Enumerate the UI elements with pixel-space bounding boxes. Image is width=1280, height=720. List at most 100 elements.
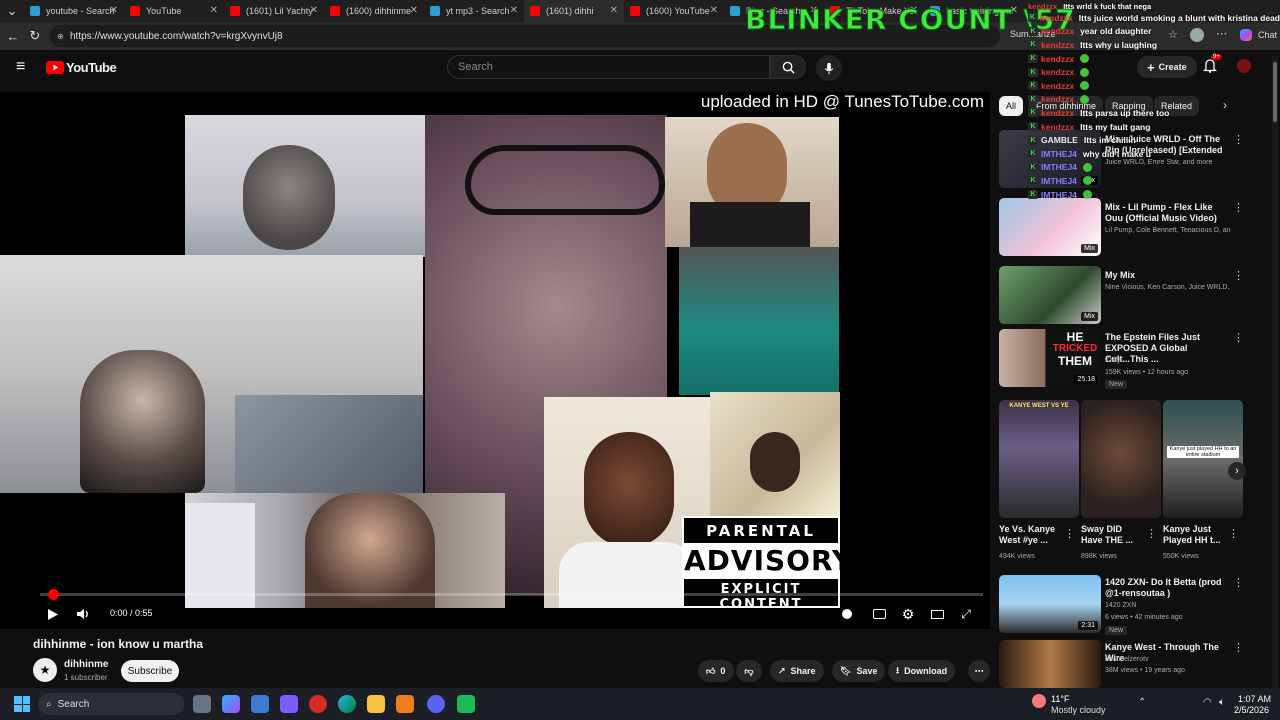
short-thumbnail-0[interactable]: KANYE WEST VS YE [999,400,1079,518]
save-button[interactable]: 🔖︎ Save [832,660,886,682]
more-actions-button[interactable]: ⋯ [968,660,990,682]
search-button[interactable] [770,55,806,79]
app-icon-green[interactable] [457,695,475,713]
voice-search-button[interactable] [816,55,842,81]
share-icon: ↗ [778,665,786,676]
store-icon[interactable] [251,695,269,713]
browser-tab[interactable]: (1600) YouTube ✕ [624,0,724,22]
rec-title-4[interactable]: 1420 ZXN- Do It Betta (prod @1-rensoutaa… [1105,577,1231,599]
chat-message: Itts im chillin [1083,135,1136,146]
chat-line: Kkendzzx Itts juice world smoking a blunt… [1028,11,1280,25]
file-explorer-icon[interactable] [367,695,385,713]
share-button[interactable]: ↗ Share [770,660,824,682]
shorts-next-button[interactable]: › [1228,462,1246,480]
short-menu-icon-2[interactable]: ⋮ [1228,527,1239,540]
browser-tab[interactable]: YouTube ✕ [124,0,224,22]
chevron-right-icon: › [1235,465,1239,477]
wifi-icon[interactable]: ◠ [1203,697,1212,708]
rec-thumbnail-3[interactable]: HE TRICKED THEM 25:18 [999,329,1101,387]
short-views-1: 898K views [1081,553,1117,560]
edge-icon[interactable] [338,695,356,713]
short-thumbnail-1[interactable] [1081,400,1161,518]
short-title-1[interactable]: Sway DID Have THE ... [1081,524,1143,546]
rec-menu-icon-1[interactable]: ⋮ [1233,201,1244,214]
browser-tab[interactable]: yt mp3 - Search ✕ [424,0,524,22]
chat-line: Kkendzzx year old daughter [1028,25,1280,39]
chat-message: Itts parsa up there too [1080,107,1170,118]
close-tab-icon[interactable]: ✕ [310,5,318,16]
download-button[interactable]: ⭳ Download [888,660,956,682]
clock-time[interactable]: 1:07 AM [1238,694,1271,704]
task-view-icon[interactable] [193,695,211,713]
captions-button[interactable] [868,603,890,625]
close-tab-icon[interactable]: ✕ [610,5,618,16]
video-title: dihhinme - ion know u martha [33,637,204,651]
chat-user: kendzzx [1041,67,1075,78]
progress-bar[interactable] [40,589,983,600]
app-icon-purple[interactable] [280,695,298,713]
chip-all[interactable]: All [999,96,1024,116]
weather-desc[interactable]: Mostly cloudy [1051,705,1106,715]
chat-user: kendzzx [1041,80,1075,91]
rec-menu-icon-2[interactable]: ⋮ [1233,269,1244,282]
short-menu-icon-1[interactable]: ⋮ [1146,527,1157,540]
discord-icon[interactable] [427,695,445,713]
rec-thumbnail-1[interactable]: Mix [999,198,1101,256]
more-horizontal-icon: ⋯ [974,665,984,676]
refresh-icon[interactable]: ↻ [24,25,46,47]
weather-temp[interactable]: 11°F [1051,694,1069,704]
settings-button[interactable]: ⚙ [897,603,919,625]
thumb-text: HE TRICKED THEM [1051,331,1099,367]
start-button[interactable] [14,696,30,712]
volume-button[interactable] [72,603,94,625]
close-tab-icon[interactable]: ✕ [210,5,218,16]
search-placeholder: Search [458,61,493,73]
rec-thumbnail-2[interactable]: Mix [999,266,1101,324]
rec-title-1[interactable]: Mix - Lil Pump - Flex Like Ouu (Official… [1105,202,1231,224]
browser-tab[interactable]: youtube - Search ✕ [24,0,124,22]
speaker-icon[interactable]: 🔈︎ [1219,697,1225,708]
close-tab-icon[interactable]: ✕ [710,5,718,16]
chat-badge-icon: K [1028,108,1038,118]
subscribe-button[interactable]: Subscribe [121,660,179,682]
channel-avatar[interactable]: ★ [33,658,57,682]
clock-date[interactable]: 2/5/2026 [1234,705,1269,715]
app-icon-orange[interactable] [396,695,414,713]
short-menu-icon-0[interactable]: ⋮ [1064,527,1075,540]
browser-tab[interactable]: (1600) dihhinme ✕ [324,0,424,22]
close-tab-icon[interactable]: ✕ [110,5,118,16]
browser-tab[interactable]: (1601) dihhi ✕ [524,0,624,22]
app-icon-red[interactable] [309,695,327,713]
rec-menu-icon-4[interactable]: ⋮ [1233,576,1244,589]
short-title-2[interactable]: Kanye Just Played HH t... [1163,524,1225,546]
copilot-app-icon[interactable] [222,695,240,713]
theater-mode-button[interactable] [926,603,948,625]
chat-badge-icon: K [1028,67,1038,77]
dislike-button[interactable]: 👎︎ [736,660,762,682]
back-icon[interactable]: ← [2,25,24,47]
youtube-logo[interactable]: YouTube [46,60,117,75]
tab-list-icon[interactable]: ⌄ [0,0,24,22]
short-thumbnail-2[interactable]: Kanye just played HH to an entire stadiu… [1163,400,1243,518]
progress-scrubber[interactable] [48,589,59,600]
like-button[interactable]: 👍︎ 0 [698,660,734,682]
rec-menu-icon-3[interactable]: ⋮ [1233,331,1244,344]
menu-icon[interactable]: ≡ [16,58,25,76]
video-player[interactable]: PARENTAL ADVISORY EXPLICIT CONTENT uploa… [0,92,990,629]
rec-thumbnail-5[interactable] [999,640,1101,688]
short-title-0[interactable]: Ye Vs. Kanye West #ye ... [999,524,1061,546]
search-input[interactable]: Search [447,55,770,79]
close-tab-icon[interactable]: ✕ [410,5,418,16]
taskbar-search[interactable]: ⌕ Search [38,693,184,715]
autoplay-toggle[interactable] [836,603,858,625]
channel-name[interactable]: dihhinme [64,659,108,670]
fullscreen-button[interactable]: ⤢ [955,603,977,625]
rec-thumbnail-4[interactable]: 2:31 [999,575,1101,633]
close-tab-icon[interactable]: ✕ [510,5,518,16]
tray-chevron-icon[interactable]: ⌃ [1138,697,1146,708]
play-button[interactable] [42,603,64,625]
chat-line: Kkendzzx Itts parsa up there too [1028,106,1280,120]
browser-tab[interactable]: (1601) Lil Yachty ✕ [224,0,324,22]
rec-title-2[interactable]: My Mix [1105,270,1231,281]
rec-menu-icon-5[interactable]: ⋮ [1233,641,1244,654]
